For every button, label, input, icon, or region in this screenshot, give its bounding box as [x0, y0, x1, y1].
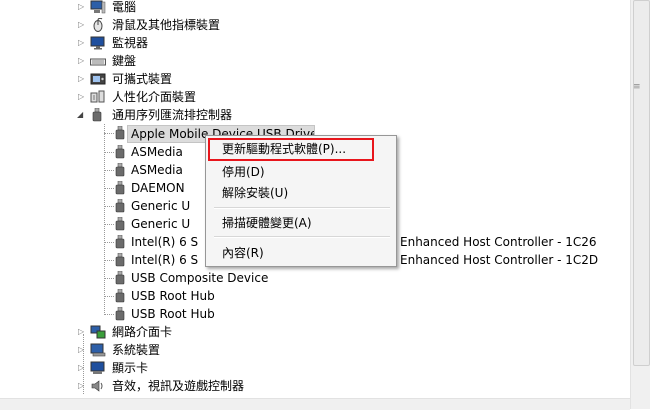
- expand-arrow-icon[interactable]: ▷: [78, 323, 86, 341]
- tree-item-label: 顯示卡: [112, 361, 149, 375]
- tree-item-monitor[interactable]: ▷ 監視器: [0, 34, 600, 52]
- tree-connector-line: [104, 188, 114, 189]
- expand-arrow-icon[interactable]: ▷: [78, 88, 86, 106]
- portable-device-icon: [90, 73, 106, 85]
- tree-item-hid[interactable]: ▷ 人性化介面裝置: [0, 88, 600, 106]
- tree-item-keyboard[interactable]: ▷ 鍵盤: [0, 52, 600, 70]
- tree-item-label: 鍵盤: [112, 54, 137, 68]
- tree-item-label: DAEMON: [131, 181, 185, 195]
- scrollbar-thumb[interactable]: [633, 0, 650, 366]
- tree-item-label: 可攜式裝置: [112, 72, 173, 86]
- menu-item-label: 內容(R): [222, 246, 264, 260]
- network-adapter-icon: [90, 325, 106, 339]
- tree-item-label: USB Composite Device: [131, 271, 269, 285]
- tree-item-label: 系統裝置: [112, 343, 161, 357]
- hid-icon: [90, 90, 105, 103]
- tree-connector-line: [104, 206, 114, 207]
- tree-item-label: 滑鼠及其他指標裝置: [112, 18, 221, 32]
- usb-device-icon: [115, 145, 125, 159]
- usb-device-icon: [115, 163, 125, 177]
- menu-item-label: 掃描硬體變更(A): [222, 216, 312, 230]
- tree-connector-line: [104, 314, 114, 315]
- tree-item-usb-device[interactable]: USB Root Hub: [0, 305, 320, 323]
- monitor-icon: [90, 36, 105, 50]
- vertical-scrollbar[interactable]: [630, 0, 650, 409]
- tree-item-label: Generic U: [131, 199, 191, 213]
- expand-arrow-icon[interactable]: ▷: [78, 359, 86, 377]
- menu-item-uninstall[interactable]: 解除安裝(U): [206, 183, 396, 203]
- tree-item-usb-device[interactable]: USB Root Hub: [0, 287, 320, 305]
- tree-item-usb-device[interactable]: USB Composite Device: [0, 269, 320, 287]
- scrollbar-grip-icon: ≡: [633, 82, 641, 92]
- usb-device-icon: [115, 217, 125, 231]
- usb-device-icon: [115, 235, 125, 249]
- menu-item-label: 停用(D): [222, 165, 265, 179]
- tree-item-label: 通用序列匯流排控制器: [112, 108, 233, 122]
- tree-item-label: USB Root Hub: [131, 307, 215, 321]
- collapse-arrow-icon[interactable]: ◢: [77, 106, 85, 124]
- expand-arrow-icon[interactable]: ▷: [78, 16, 86, 34]
- usb-device-icon: [115, 271, 125, 285]
- tree-item-label: 監視器: [112, 36, 149, 50]
- tree-connector-line: [104, 170, 114, 171]
- horizontal-scrollbar[interactable]: [0, 398, 630, 410]
- tree-connector-line: [104, 133, 114, 134]
- tree-item-sound[interactable]: ▷ 音效，視訊及遊戲控制器: [0, 377, 600, 395]
- tree-item-label: Intel(R) 6 S: [131, 235, 199, 249]
- computer-icon: [90, 0, 106, 14]
- display-adapter-icon: [90, 361, 105, 374]
- tree-item-label-tail: Enhanced Host Controller - 1C26: [400, 235, 597, 249]
- tree-connector-line: [104, 152, 114, 153]
- menu-item-disable[interactable]: 停用(D): [206, 162, 396, 182]
- tree-item-display[interactable]: ▷ 顯示卡: [0, 359, 600, 377]
- tree-connector-line: [104, 224, 114, 225]
- usb-device-icon: [115, 289, 125, 303]
- tree-item-label: 網路介面卡: [112, 325, 173, 339]
- tree-item-system[interactable]: ▷ 系統裝置: [0, 341, 600, 359]
- tree-item-label: ASMedia: [131, 145, 183, 159]
- expand-arrow-icon[interactable]: ▷: [78, 341, 86, 359]
- tree-item-label: 人性化介面裝置: [112, 90, 197, 104]
- tree-connector-line: [104, 242, 114, 243]
- expand-arrow-icon[interactable]: ▷: [78, 34, 86, 52]
- tree-item-portable[interactable]: ▷ 可攜式裝置: [0, 70, 600, 88]
- speaker-icon: [91, 380, 103, 392]
- usb-device-icon: [115, 307, 125, 321]
- tree-item-computer[interactable]: ▷ 電腦: [0, 0, 600, 16]
- menu-separator: [214, 236, 390, 238]
- expand-arrow-icon[interactable]: ▷: [78, 377, 86, 395]
- tree-item-label: ASMedia: [131, 163, 183, 177]
- menu-item-label: 解除安裝(U): [222, 186, 289, 200]
- expand-arrow-icon[interactable]: ▷: [78, 70, 86, 88]
- menu-item-properties[interactable]: 內容(R): [206, 243, 396, 263]
- usb-device-icon: [115, 253, 125, 267]
- tree-item-label: Intel(R) 6 S: [131, 253, 199, 267]
- tree-item-label-tail: Enhanced Host Controller - 1C2D: [400, 253, 599, 267]
- usb-device-icon: [115, 181, 125, 195]
- usb-device-icon: [115, 126, 125, 140]
- expand-arrow-icon[interactable]: ▷: [78, 52, 86, 70]
- tree-connector-line: [104, 296, 114, 297]
- tree-item-mouse[interactable]: ▷ 滑鼠及其他指標裝置: [0, 16, 600, 34]
- tree-item-network[interactable]: ▷ 網路介面卡: [0, 323, 600, 341]
- tree-item-label: 電腦: [112, 0, 137, 14]
- tree-connector-line: [104, 260, 114, 261]
- system-device-icon: [90, 343, 106, 357]
- highlight-box: [208, 138, 374, 161]
- tree-item-label: Generic U: [131, 217, 191, 231]
- menu-item-scan-hardware[interactable]: 掃描硬體變更(A): [206, 213, 396, 233]
- tree-connector-line: [104, 278, 114, 279]
- keyboard-icon: [90, 58, 106, 66]
- expand-arrow-icon[interactable]: ▷: [78, 0, 86, 16]
- menu-separator: [214, 207, 390, 209]
- tree-item-label: 音效，視訊及遊戲控制器: [112, 379, 245, 393]
- usb-controller-icon: [92, 108, 102, 122]
- mouse-icon: [93, 18, 103, 32]
- tree-item-label: USB Root Hub: [131, 289, 215, 303]
- tree-item-usb-controllers[interactable]: ◢ 通用序列匯流排控制器: [0, 106, 600, 124]
- usb-device-icon: [115, 199, 125, 213]
